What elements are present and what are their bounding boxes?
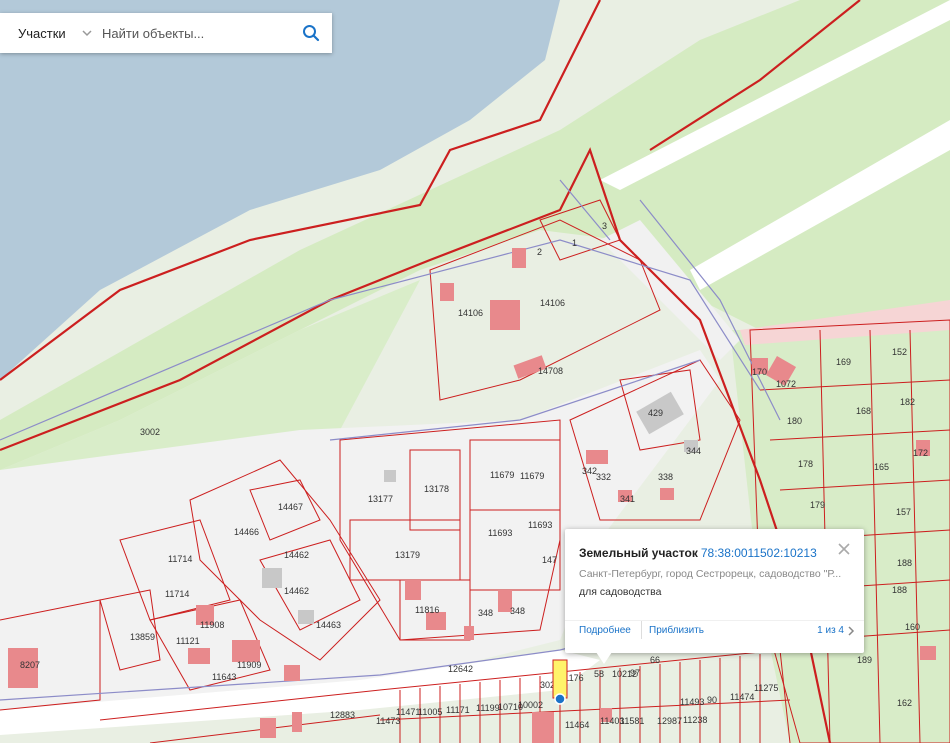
plot-number-label: 189 (857, 655, 872, 665)
plot-number-label: 14463 (316, 620, 341, 630)
plot-number-label: 182 (900, 397, 915, 407)
plot-number-label: 11714 (165, 589, 189, 599)
plot-number-label: 12987 (657, 716, 682, 726)
chevron-right-icon[interactable] (846, 625, 856, 637)
plot-number-label: 11199 (476, 703, 500, 713)
plot-number-label: 11493 (680, 697, 704, 707)
plot-number-label: 348 (478, 608, 493, 618)
popup-pointer (596, 652, 612, 664)
plot-number-label: 12883 (330, 710, 355, 720)
plot-number-label: 11238 (683, 715, 707, 725)
plot-number-label: 338 (658, 472, 673, 482)
plot-number-label: 180 (787, 416, 802, 426)
parcel-popup: Земельный участок 78:38:0011502:10213 Сан… (565, 529, 864, 664)
plot-number-label: 344 (686, 446, 701, 456)
plot-number-label: 11693 (488, 528, 512, 538)
plot-number-label: 14708 (538, 366, 563, 376)
popup-title: Земельный участок 78:38:0011502:10213 (579, 546, 817, 560)
plot-number-label: 348 (510, 606, 525, 616)
popup-title-text: Земельный участок (579, 546, 698, 560)
plot-number-label: 1 (572, 238, 577, 248)
plot-number-label: 165 (874, 462, 889, 472)
plot-number-label: 11403 (600, 716, 624, 726)
plot-number-label: 14462 (284, 550, 309, 560)
plot-number-label: 11005 (418, 707, 442, 717)
plot-number-label: 11473 (376, 716, 400, 726)
plot-number-label: 14106 (540, 298, 565, 308)
plot-number-label: 66 (650, 655, 660, 665)
plot-number-label: 10213 (0, 0, 25, 2)
plot-number-label: 13178 (424, 484, 449, 494)
plot-number-label: 168 (856, 406, 871, 416)
plot-number-label: 152 (892, 347, 907, 357)
plot-number-label: 13177 (368, 494, 393, 504)
popup-usage: для садоводства (579, 586, 662, 598)
plot-number-label: 172 (913, 448, 928, 458)
plot-number-label: 342 (582, 466, 597, 476)
plot-number-label: 8207 (20, 660, 40, 670)
plot-number-label: 14462 (284, 586, 309, 596)
plot-number-label: 169 (836, 357, 851, 367)
plot-number-label: 11679 (520, 471, 544, 481)
plot-number-label: 11171 (446, 705, 470, 715)
plot-number-label: 178 (798, 459, 813, 469)
plot-number-label: 1072 (776, 379, 796, 389)
plot-number-label: 13179 (395, 550, 420, 560)
selected-marker[interactable] (554, 693, 566, 705)
plot-number-label: 13859 (130, 632, 155, 642)
plot-number-label: 11474 (730, 692, 754, 702)
plot-number-label: 3002 (140, 427, 160, 437)
plot-number-label: 157 (896, 507, 911, 517)
plot-number-label: 179 (810, 500, 825, 510)
popup-divider (641, 621, 642, 639)
close-icon[interactable] (838, 543, 850, 555)
popup-address: Санкт-Петербург, город Сестрорецк, садов… (579, 568, 842, 580)
plot-number-label: 12642 (448, 664, 473, 674)
popup-pager: 1 из 4 (817, 625, 844, 636)
cadastral-number-link[interactable]: 78:38:0011502:10213 (701, 546, 817, 560)
plot-number-label: 160 (905, 622, 920, 632)
plot-number-label: 11121 (176, 636, 200, 646)
plot-number-label: 3 (602, 221, 607, 231)
plot-number-label: 10002 (518, 700, 543, 710)
plot-number-label: 11714 (168, 554, 192, 564)
plot-number-label: 58 (594, 669, 604, 679)
plot-number-label: 11908 (200, 620, 224, 630)
chevron-down-icon[interactable] (80, 26, 94, 40)
category-select[interactable]: Участки (0, 26, 80, 41)
plot-number-label: 147 (542, 555, 557, 565)
plot-number-label: 14106 (458, 308, 483, 318)
plot-number-label: 188 (897, 558, 912, 568)
plot-number-label: 11471 (396, 707, 420, 717)
plot-number-label: 11909 (237, 660, 261, 670)
plot-number-label: 97 (630, 668, 640, 678)
search-input[interactable] (100, 24, 294, 42)
plot-number-label: 11464 (565, 720, 589, 730)
plot-number-label: 11816 (415, 605, 439, 615)
details-link[interactable]: Подробнее (579, 625, 631, 636)
search-bar: Участки (0, 13, 332, 53)
zoom-link[interactable]: Приблизить (649, 625, 704, 636)
plot-number-label: 11275 (754, 683, 778, 693)
plot-number-label: 90 (707, 695, 717, 705)
plot-number-label: 11693 (528, 520, 552, 530)
plot-number-label: 14467 (278, 502, 303, 512)
plot-number-label: 188 (892, 585, 907, 595)
plot-number-label: 14466 (234, 527, 259, 537)
plot-number-label: 11643 (212, 672, 236, 682)
plot-number-label: 429 (648, 408, 663, 418)
search-icon[interactable] (302, 24, 320, 42)
plot-number-label: 2 (537, 247, 542, 257)
plot-number-label: 162 (897, 698, 912, 708)
plot-number-label: 170 (752, 367, 767, 377)
plot-number-label: 341 (620, 494, 635, 504)
plot-number-label: 332 (596, 472, 611, 482)
plot-number-label: 11679 (490, 470, 514, 480)
